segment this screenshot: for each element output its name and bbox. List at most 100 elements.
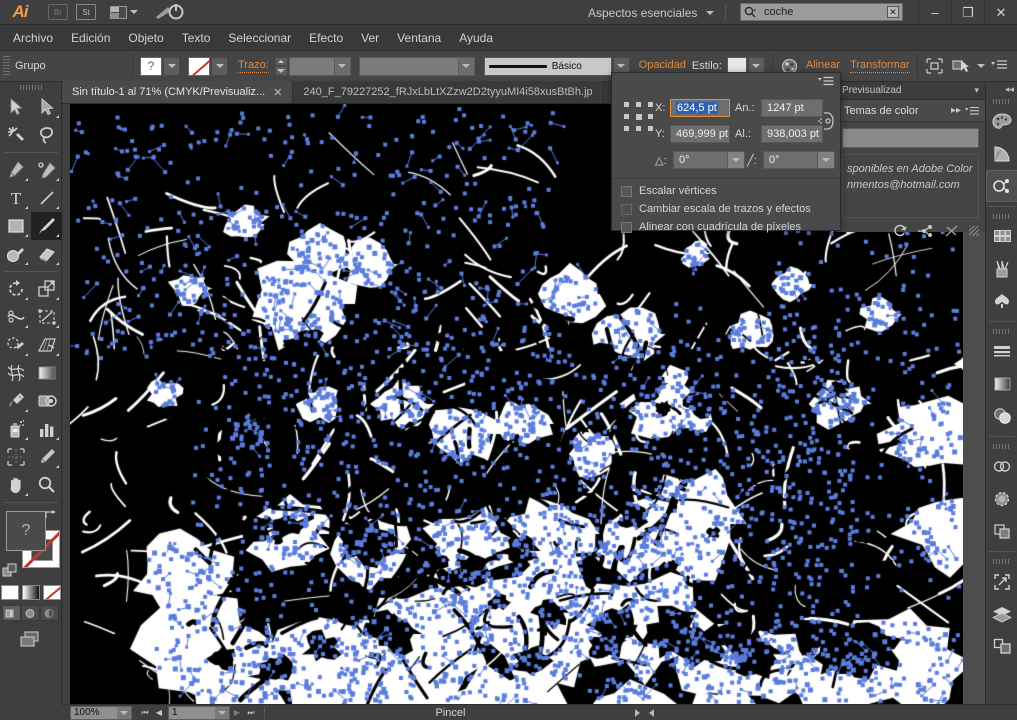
last-page-icon[interactable]: ⏭	[244, 706, 258, 720]
search-input[interactable]: coche ✕	[740, 3, 903, 21]
symbol-sprayer-tool[interactable]	[0, 415, 31, 443]
slice-tool[interactable]	[31, 443, 62, 471]
first-page-icon[interactable]: ⏮	[138, 706, 152, 720]
swatches-panel-icon[interactable]	[986, 221, 1017, 253]
chevron-down-icon[interactable]: ▾	[974, 85, 979, 96]
color-mode-gradient[interactable]	[21, 585, 40, 600]
creative-cloud-libraries-panel-icon[interactable]	[986, 451, 1017, 483]
dock-group-gripper[interactable]	[986, 326, 1017, 336]
dock-group-gripper[interactable]	[986, 441, 1017, 451]
direct-selection-tool[interactable]	[31, 93, 62, 121]
default-fill-stroke-icon[interactable]	[2, 563, 18, 579]
color-guide-panel-icon[interactable]	[986, 138, 1017, 170]
minimize-button[interactable]: –	[918, 0, 951, 25]
width-tool[interactable]	[0, 303, 31, 331]
artboards-panel-icon[interactable]	[986, 630, 1017, 662]
panel-menu-icon[interactable]	[965, 106, 979, 116]
gradient-panel-icon[interactable]	[986, 368, 1017, 400]
color-panel-icon[interactable]	[986, 106, 1017, 138]
bridge-button[interactable]: Br	[48, 4, 68, 20]
color-themes-search-input[interactable]	[842, 128, 979, 148]
share-theme-icon[interactable]	[918, 224, 934, 238]
transform-label[interactable]: Transformar	[850, 59, 910, 73]
stroke-color-swatch[interactable]	[188, 56, 210, 76]
rotate-field[interactable]: 0°	[673, 151, 745, 169]
align-label[interactable]: Alinear	[805, 59, 841, 73]
mesh-tool[interactable]	[0, 359, 31, 387]
line-segment-tool[interactable]	[31, 184, 62, 212]
panel-resize-grip[interactable]	[969, 226, 979, 236]
fill-indicator[interactable]: ?	[6, 511, 46, 551]
paintbrush-tool[interactable]	[31, 212, 62, 240]
layers-panel-icon[interactable]	[986, 598, 1017, 630]
eyedropper-tool[interactable]	[0, 387, 31, 415]
close-icon[interactable]: ✕	[273, 86, 282, 99]
height-field[interactable]: 938,003 pt	[761, 125, 823, 143]
constrain-proportions-icon[interactable]	[815, 109, 835, 133]
column-graph-tool[interactable]	[31, 415, 62, 443]
refresh-icon[interactable]	[893, 224, 908, 238]
stroke-weight-label[interactable]: Trazo:	[238, 59, 269, 73]
fill-dropdown-arrow[interactable]	[163, 56, 180, 76]
draw-inside-mode[interactable]	[40, 605, 59, 621]
dock-group-gripper[interactable]	[986, 96, 1017, 106]
blend-tool[interactable]	[31, 387, 62, 415]
hand-tool[interactable]	[0, 471, 31, 499]
symbols-panel-icon[interactable]	[986, 285, 1017, 317]
reference-point-selector[interactable]	[623, 101, 655, 133]
color-mode-color[interactable]	[0, 585, 19, 600]
select-similar-objects-icon[interactable]	[951, 56, 971, 76]
menu-efecto[interactable]: Efecto	[300, 25, 352, 51]
menu-ayuda[interactable]: Ayuda	[450, 25, 502, 51]
restore-button[interactable]: ❐	[951, 0, 984, 25]
lasso-tool[interactable]	[31, 121, 62, 149]
free-transform-tool[interactable]	[31, 303, 62, 331]
stroke-panel-icon[interactable]	[986, 336, 1017, 368]
opacity-label[interactable]: Opacidad	[638, 59, 686, 73]
menu-edicion[interactable]: Edición	[62, 25, 119, 51]
zoom-level-field[interactable]: 100%	[70, 705, 132, 720]
next-page-icon[interactable]: ▶	[230, 706, 244, 720]
stroke-dropdown-arrow[interactable]	[211, 56, 228, 76]
shape-builder-tool[interactable]	[0, 331, 31, 359]
color-themes-tab[interactable]: Temas de color ▸▸	[836, 100, 985, 122]
transparency-panel-icon[interactable]	[986, 400, 1017, 432]
arrange-documents-button[interactable]	[110, 5, 138, 19]
broken-link-icon[interactable]	[944, 224, 959, 238]
hidden-panel-tab[interactable]: Previsualizad ▾	[836, 82, 985, 100]
collapse-panels-icon[interactable]: ◂◂	[986, 82, 1017, 96]
menu-seleccionar[interactable]: Seleccionar	[219, 25, 300, 51]
workspace-switcher[interactable]: Aspectos esenciales	[588, 0, 727, 25]
scale-tool[interactable]	[31, 275, 62, 303]
draw-normal-mode[interactable]	[2, 605, 21, 621]
panel-menu-icon[interactable]	[818, 76, 834, 87]
draw-behind-mode[interactable]	[21, 605, 40, 621]
width-field[interactable]: 1247 pt	[761, 99, 823, 117]
chevron-down-icon[interactable]	[976, 64, 985, 68]
control-bar-gripper[interactable]	[3, 56, 10, 76]
magic-wand-tool[interactable]	[0, 121, 31, 149]
stock-button[interactable]: St	[76, 4, 96, 20]
scroll-left-icon[interactable]	[644, 706, 658, 720]
previous-page-icon[interactable]: ◀	[152, 706, 166, 720]
curvature-tool[interactable]	[31, 156, 62, 184]
menu-objeto[interactable]: Objeto	[119, 25, 172, 51]
stroke-weight-stepper[interactable]	[274, 56, 288, 76]
close-icon[interactable]: ✕	[887, 6, 899, 18]
gradient-tool[interactable]	[31, 359, 62, 387]
document-tab-stock-image[interactable]: 240_F_79227252_fRJxLbLtXZzw2D2tyyuMI4i58…	[293, 81, 604, 103]
close-button[interactable]: ✕	[984, 0, 1017, 25]
export-panel-icon[interactable]	[986, 566, 1017, 598]
brushes-panel-icon[interactable]	[986, 253, 1017, 285]
panel-menu-icon[interactable]	[991, 59, 1007, 73]
perspective-grid-tool[interactable]	[31, 331, 62, 359]
align-pixel-grid-checkbox[interactable]: Alinear con cuadrícula de píxeles	[621, 221, 811, 233]
rotate-tool[interactable]	[0, 275, 31, 303]
color-themes-panel-icon[interactable]	[986, 170, 1017, 202]
appearance-panel-icon[interactable]	[986, 483, 1017, 515]
shaper-tool[interactable]	[0, 240, 31, 268]
forward-icon[interactable]: ▸▸	[951, 105, 961, 116]
pen-tool[interactable]	[0, 156, 31, 184]
menu-texto[interactable]: Texto	[173, 25, 220, 51]
tools-panel-gripper[interactable]	[0, 82, 61, 93]
